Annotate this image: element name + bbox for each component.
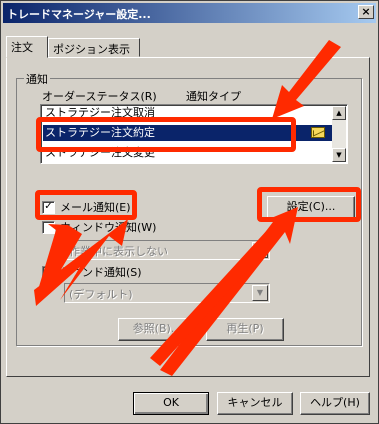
ok-button[interactable]: OK — [133, 392, 209, 415]
close-button[interactable]: × — [358, 5, 374, 19]
highlight-frame-settings — [257, 187, 361, 222]
chevron-down-icon[interactable]: ▼ — [252, 242, 268, 258]
column-order-status: オーダーステータス(R) — [42, 90, 157, 103]
sound-value: (デフォルト) — [69, 288, 133, 301]
tab-position-display[interactable]: ポジション表示 — [48, 38, 140, 57]
title-bar: トレードマネージャー設定... × — [3, 3, 376, 23]
notification-group-label: 通知 — [24, 71, 50, 87]
browse-button[interactable]: 参照(B)... — [118, 318, 196, 341]
scroll-up-icon[interactable]: ▲ — [332, 106, 346, 120]
list-scrollbar[interactable]: ▲ ▼ — [332, 106, 346, 162]
column-notify-type: 通知タイプ — [186, 90, 241, 103]
scroll-down-icon[interactable]: ▼ — [332, 148, 346, 162]
play-button[interactable]: 再生(P) — [206, 318, 284, 341]
sound-select[interactable]: (デフォルト) ▼ — [64, 283, 270, 303]
window-title: トレードマネージャー設定... — [7, 8, 151, 21]
mail-icon — [311, 127, 325, 138]
display-mode-select[interactable]: 作業中に表示しない ▼ — [64, 240, 270, 260]
tab-orders[interactable]: 注文 — [6, 36, 48, 58]
highlight-frame-list-row — [36, 117, 296, 152]
window-notify-checkbox[interactable] — [42, 221, 55, 234]
sound-notify-checkbox[interactable] — [42, 266, 55, 279]
highlight-frame-email — [35, 190, 137, 220]
cancel-button[interactable]: キャンセル — [217, 392, 293, 415]
window-notify-label: ウィンドウ通知(W) — [60, 221, 157, 234]
help-button[interactable]: ヘルプ(H) — [300, 392, 370, 415]
display-mode-value: 作業中に表示しない — [69, 245, 168, 258]
sound-notify-label: サウンド通知(S) — [60, 266, 142, 279]
chevron-down-icon[interactable]: ▼ — [252, 285, 268, 301]
